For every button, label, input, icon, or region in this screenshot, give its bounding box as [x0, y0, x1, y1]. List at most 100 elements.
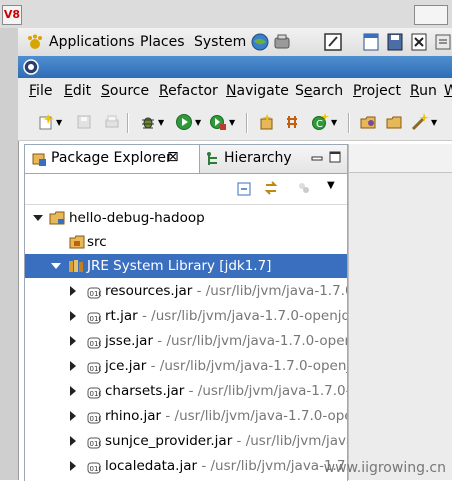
tree-label: rhino.jar: [105, 408, 162, 424]
tree-path: - /usr/lib/jvm/java-1.7.0-openj: [161, 408, 347, 424]
package-folder-icon: [69, 234, 85, 250]
save-panel-icon[interactable]: [386, 32, 404, 52]
menu-file[interactable]: File: [29, 83, 52, 99]
gnome-panel: Applications Places System: [18, 28, 452, 57]
tree-row-project[interactable]: hello-debug-hadoop: [25, 206, 347, 230]
panel-extra-icon[interactable]: [434, 32, 452, 52]
open-task-icon[interactable]: [386, 114, 402, 130]
menu-project[interactable]: Project: [353, 83, 401, 99]
external-tools-dropdown-icon[interactable]: ▼: [229, 118, 235, 127]
editor-tab-strip: [349, 144, 452, 173]
expand-toggle-icon[interactable]: [70, 286, 76, 296]
jar-icon: 010: [87, 434, 103, 449]
view-tab-bar: Package Explorer ⊠ Hierarchy: [25, 145, 347, 174]
host-button[interactable]: [414, 5, 448, 25]
filter-icon[interactable]: [297, 181, 311, 195]
tab-package-explorer[interactable]: Package Explorer ⊠: [25, 145, 200, 173]
hierarchy-icon: [205, 151, 221, 167]
host-badge[interactable]: V8: [2, 5, 22, 25]
svg-text:010: 010: [90, 465, 102, 473]
tree-label: jsse.jar: [105, 333, 153, 349]
tab-hierarchy[interactable]: Hierarchy: [224, 150, 292, 166]
tree-row-jar[interactable]: 010 rhino.jar - /usr/lib/jvm/java-1.7.0-…: [25, 404, 347, 428]
jar-icon: 010: [87, 409, 103, 424]
tree-row-jar[interactable]: 010 rt.jar - /usr/lib/jvm/java-1.7.0-ope…: [25, 304, 347, 328]
new-class-icon[interactable]: [284, 114, 300, 130]
expand-toggle-icon[interactable]: [70, 336, 76, 346]
menu-window[interactable]: W: [444, 83, 452, 99]
new-java-class-icon[interactable]: C: [311, 113, 329, 131]
print-icon: [104, 114, 120, 130]
minimize-icon[interactable]: [311, 153, 323, 165]
tree-label: charsets.jar: [105, 383, 185, 399]
network-icon[interactable]: [250, 32, 270, 52]
tab-close-icon[interactable]: ⊠: [167, 149, 179, 165]
menu-applications[interactable]: Applications: [49, 34, 135, 50]
tree-label: localedata.jar: [105, 458, 198, 474]
new-icon[interactable]: [38, 114, 54, 130]
menu-system[interactable]: System: [194, 34, 246, 50]
tree-row-jar[interactable]: 010 resources.jar - /usr/lib/jvm/java-1.…: [25, 279, 347, 303]
tree-row-jar[interactable]: 010 sunjce_provider.jar - /usr/lib/jvm/j…: [25, 429, 347, 453]
expand-toggle-icon[interactable]: [70, 436, 76, 446]
menu-refactor[interactable]: Refactor: [159, 83, 218, 99]
svg-text:010: 010: [90, 315, 102, 323]
new-package-icon[interactable]: [258, 114, 274, 130]
menu-edit[interactable]: Edit: [64, 83, 91, 99]
tree-row-jar[interactable]: 010 jsse.jar - /usr/lib/jvm/java-1.7.0-o…: [25, 329, 347, 353]
expand-toggle-icon[interactable]: [70, 386, 76, 396]
foot-icon[interactable]: [26, 34, 44, 50]
maximize-icon[interactable]: [329, 151, 341, 163]
collapse-toggle-icon[interactable]: [51, 263, 61, 269]
package-explorer-icon: [31, 151, 47, 167]
tree-label: jce.jar: [105, 358, 147, 374]
jar-icon: 010: [87, 359, 103, 374]
open-type-icon[interactable]: [360, 114, 376, 130]
menu-places[interactable]: Places: [140, 34, 185, 50]
notes-icon[interactable]: [362, 32, 380, 52]
expand-toggle-icon[interactable]: [70, 461, 76, 471]
debug-icon[interactable]: [140, 114, 156, 130]
eclipse-toolbar: ▼ ▼ ▼ ▼ C ▼ ▼: [18, 104, 452, 141]
run-icon[interactable]: [175, 113, 193, 131]
expand-toggle-icon[interactable]: [70, 311, 76, 321]
debug-dropdown-icon[interactable]: ▼: [158, 118, 164, 127]
eclipse-title-bar: [18, 56, 452, 79]
jar-icon: 010: [87, 309, 103, 324]
edit-icon[interactable]: [322, 31, 344, 53]
collapse-all-icon[interactable]: [237, 182, 251, 196]
search-dropdown-icon[interactable]: ▼: [431, 118, 437, 127]
tree-row-src[interactable]: src: [25, 230, 347, 254]
tree-row-jar[interactable]: 010 charsets.jar - /usr/lib/jvm/java-1.7…: [25, 379, 347, 403]
new-java-class-dropdown-icon[interactable]: ▼: [331, 118, 337, 127]
view-menu-icon[interactable]: ▼: [327, 180, 335, 191]
tree-row-jar[interactable]: 010 localedata.jar - /usr/lib/jvm/java-1…: [25, 454, 347, 478]
jar-icon: 010: [87, 459, 103, 474]
package-explorer-view: Package Explorer ⊠ Hierarchy ▼ hello-deb…: [24, 144, 348, 481]
expand-toggle-icon[interactable]: [70, 411, 76, 421]
tree-label: resources.jar: [105, 283, 193, 299]
tree-row-jre-library[interactable]: JRE System Library [jdk1.7]: [25, 254, 347, 278]
svg-text:010: 010: [90, 290, 102, 298]
link-with-editor-icon[interactable]: [263, 180, 279, 196]
menu-navigate[interactable]: Navigate: [226, 83, 289, 99]
search-wand-icon[interactable]: [411, 113, 429, 131]
menu-search[interactable]: Search: [295, 83, 343, 99]
expand-toggle-icon[interactable]: [70, 361, 76, 371]
new-dropdown-icon[interactable]: ▼: [56, 118, 62, 127]
svg-text:010: 010: [90, 340, 102, 348]
close-panel-icon[interactable]: [410, 32, 428, 52]
collapse-toggle-icon[interactable]: [33, 215, 43, 221]
eclipse-window-icon[interactable]: [22, 58, 40, 76]
tools-icon[interactable]: [272, 32, 292, 52]
menu-source[interactable]: Source: [101, 83, 149, 99]
tree-path: - /usr/lib/jvm/java-1.7.0-openjd: [153, 333, 347, 349]
tree-path: - /usr/lib/jvm/java-1.7.0-openjdk-1: [142, 308, 347, 324]
svg-text:010: 010: [90, 390, 102, 398]
external-tools-icon[interactable]: [209, 113, 227, 131]
view-toolbar: ▼: [25, 174, 347, 205]
run-dropdown-icon[interactable]: ▼: [195, 118, 201, 127]
save-icon: [76, 114, 92, 130]
tree-row-jar[interactable]: 010 jce.jar - /usr/lib/jvm/java-1.7.0-op…: [25, 354, 347, 378]
menu-run[interactable]: Run: [410, 83, 437, 99]
